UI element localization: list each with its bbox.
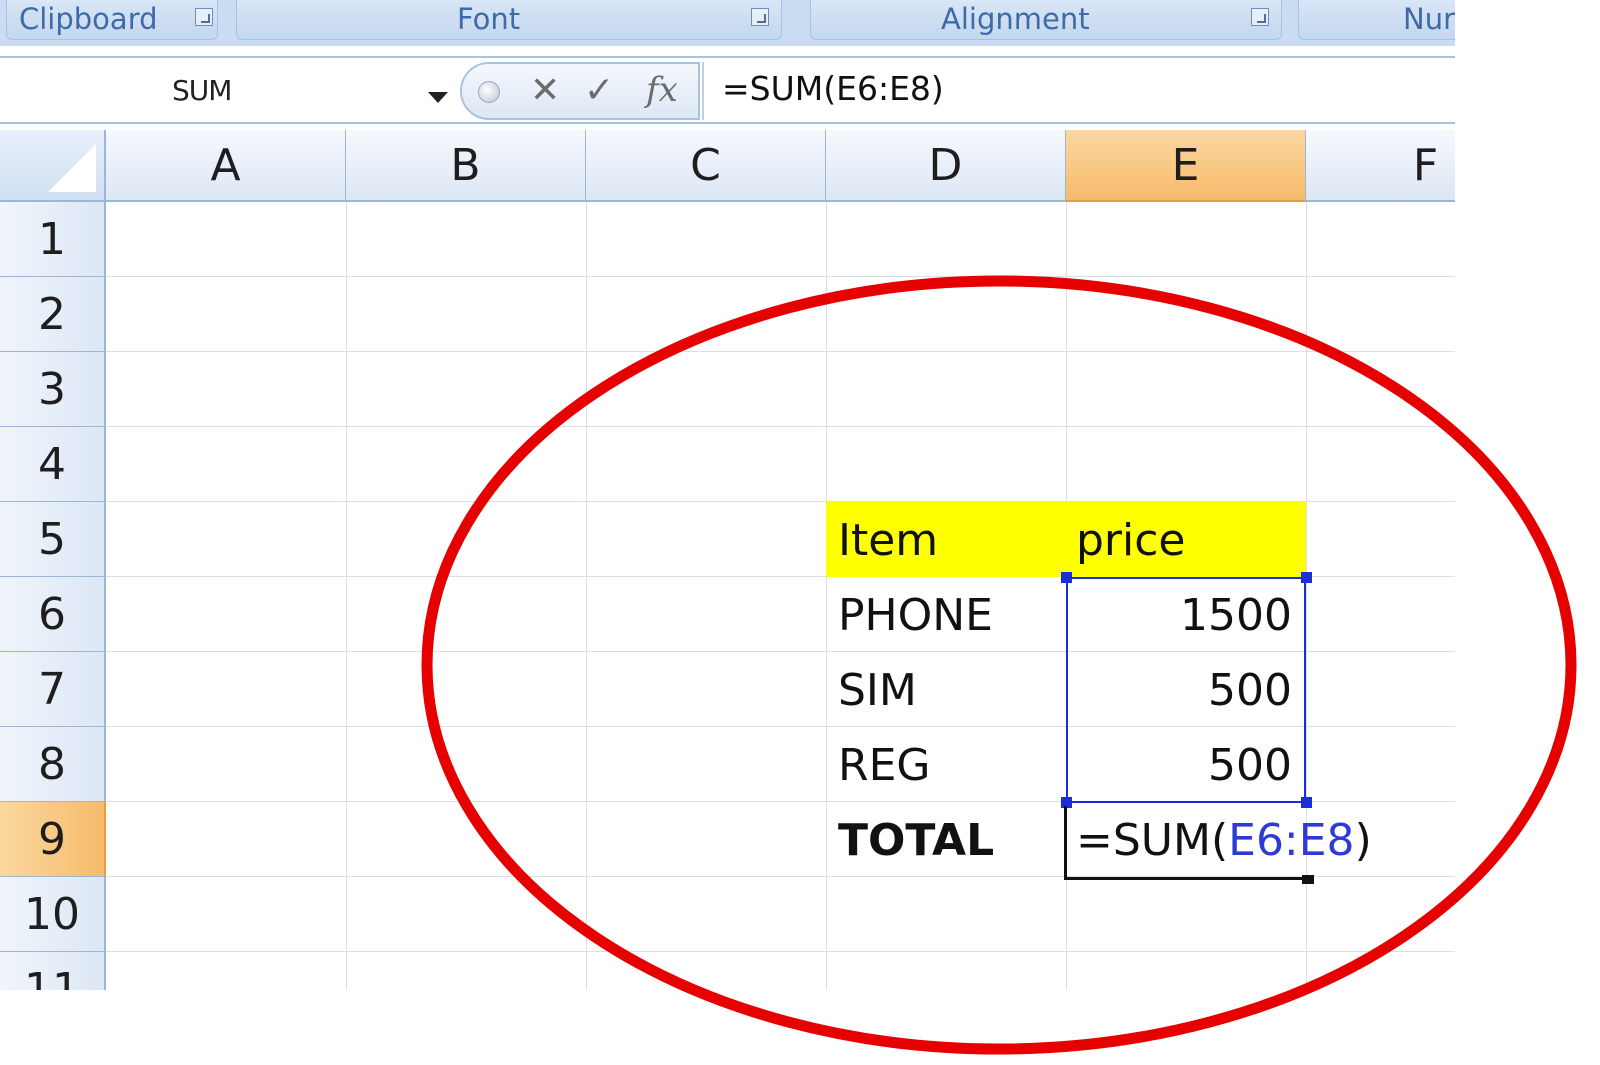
column-header-f[interactable]: F	[1306, 130, 1455, 202]
dialog-launcher-icon[interactable]	[751, 8, 769, 26]
insert-function-icon[interactable]: fx	[646, 70, 678, 110]
column-header-b[interactable]: B	[346, 130, 586, 202]
row-header-11[interactable]: 11	[0, 952, 106, 990]
cell-d8[interactable]: REG	[826, 727, 1066, 802]
range-handle[interactable]	[1301, 572, 1312, 583]
gridline	[106, 951, 1455, 952]
dialog-launcher-icon[interactable]	[1251, 8, 1269, 26]
cell-d5[interactable]: Item	[826, 502, 1066, 577]
row-header-3[interactable]: 3	[0, 352, 106, 427]
gridline	[346, 202, 347, 990]
column-header-a[interactable]: A	[106, 130, 346, 202]
row-header-6[interactable]: 6	[0, 577, 106, 652]
formula-input[interactable]: =SUM(E6:E8)	[722, 69, 944, 108]
ribbon-group-clipboard: Clipboard	[6, 0, 218, 40]
select-all-button[interactable]	[0, 130, 106, 202]
gridline	[106, 276, 1455, 277]
row-header-10[interactable]: 10	[0, 877, 106, 952]
column-header-e[interactable]: E	[1066, 130, 1306, 202]
dialog-launcher-icon[interactable]	[195, 8, 213, 26]
enter-check-icon[interactable]: ✓	[584, 70, 614, 111]
active-cell-border	[1064, 806, 1308, 880]
chevron-down-icon[interactable]	[428, 92, 448, 103]
cell-e5[interactable]: price	[1066, 502, 1306, 577]
range-handle[interactable]	[1061, 572, 1072, 583]
ribbon-group-bar: Clipboard Font Alignment Nur	[0, 0, 1455, 46]
row-header-5[interactable]: 5	[0, 502, 106, 577]
resize-handle-icon[interactable]	[478, 81, 500, 103]
gridline	[586, 202, 587, 990]
row-header-9[interactable]: 9	[0, 802, 106, 877]
name-box-value: SUM	[172, 74, 232, 107]
name-box[interactable]: SUM	[4, 62, 448, 120]
range-highlight	[1066, 577, 1306, 803]
cell-d6[interactable]: PHONE	[826, 577, 1066, 652]
formula-bar: SUM ✕ ✓ fx =SUM(E6:E8)	[0, 56, 1455, 124]
ribbon-group-label: Clipboard	[19, 2, 158, 36]
column-header-c[interactable]: C	[586, 130, 826, 202]
row-header-1[interactable]: 1	[0, 202, 106, 277]
ribbon-group-label: Nur	[1403, 2, 1455, 36]
row-header-8[interactable]: 8	[0, 727, 106, 802]
cancel-icon[interactable]: ✕	[530, 70, 560, 111]
ribbon-group-font: Font	[236, 0, 782, 40]
fill-handle[interactable]	[1302, 875, 1314, 884]
column-header-d[interactable]: D	[826, 130, 1066, 202]
worksheet-grid: A B C D E F 1 2 3 4 5 6 7 8 9 10 11 Item…	[0, 130, 1455, 990]
cell-d9[interactable]: TOTAL	[826, 802, 1066, 877]
cell-d7[interactable]: SIM	[826, 652, 1066, 727]
ribbon-group-alignment: Alignment	[810, 0, 1282, 40]
ribbon-group-label: Alignment	[941, 2, 1090, 36]
formula-controls: ✕ ✓ fx	[460, 62, 700, 120]
row-header-7[interactable]: 7	[0, 652, 106, 727]
gridline	[106, 351, 1455, 352]
row-header-2[interactable]: 2	[0, 277, 106, 352]
row-header-4[interactable]: 4	[0, 427, 106, 502]
ribbon-group-label: Font	[457, 2, 521, 36]
formula-divider	[702, 62, 704, 120]
gridline	[106, 426, 1455, 427]
formula-suffix: )	[1354, 815, 1372, 866]
ribbon-group-number: Nur	[1298, 0, 1455, 40]
